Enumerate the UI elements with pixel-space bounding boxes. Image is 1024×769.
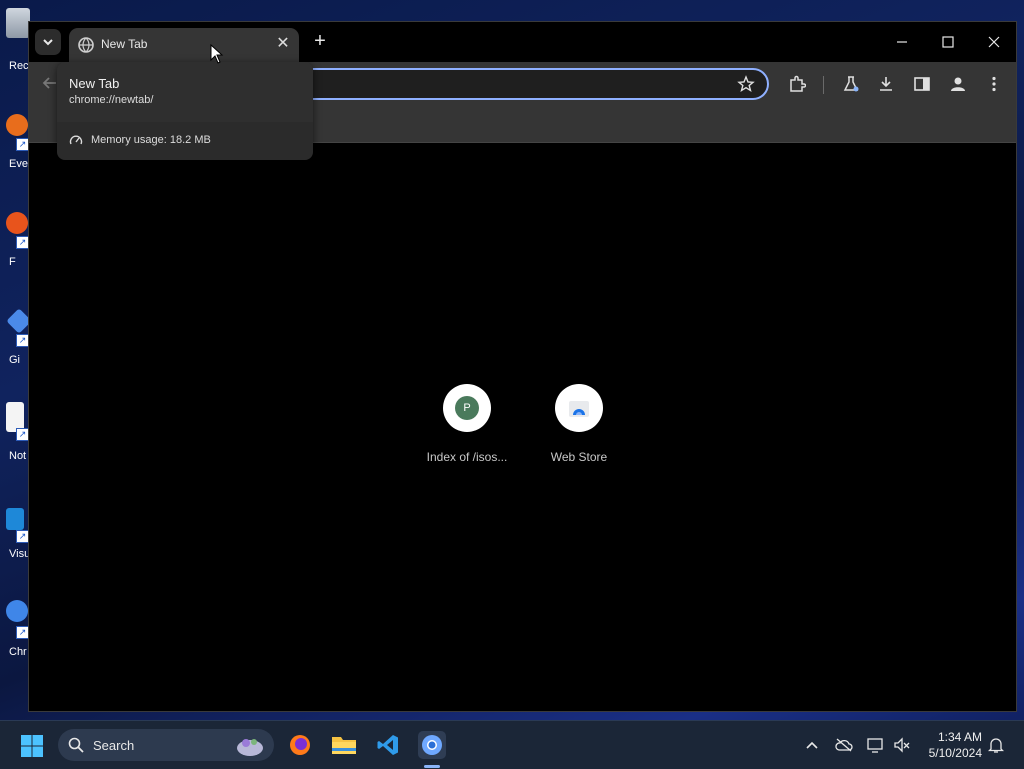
desktop-icon-label: Rec — [9, 60, 29, 72]
flask-icon — [843, 76, 859, 92]
taskbar-chrome[interactable] — [418, 731, 446, 759]
tab-new-tab[interactable]: New Tab ✕ — [69, 28, 299, 62]
side-panel-button[interactable] — [912, 74, 932, 94]
taskbar-firefox[interactable] — [286, 731, 314, 759]
desktop-icon-label: Eve — [9, 158, 28, 170]
shortcut-icon: P — [443, 384, 491, 432]
hover-card-url: chrome://newtab/ — [69, 94, 154, 106]
desktop-icon-label: Gi — [9, 354, 20, 366]
folder-icon — [332, 737, 356, 754]
letter-avatar-icon: P — [455, 396, 479, 420]
cloud-off-icon — [835, 738, 853, 752]
minimize-button[interactable] — [879, 28, 925, 56]
shortcut-tile-index[interactable]: P Index of /isos... — [417, 384, 517, 464]
close-icon — [988, 36, 1000, 48]
hover-card-header — [57, 62, 313, 122]
speaker-muted-icon — [894, 737, 910, 753]
shortcut-label: Web Store — [550, 450, 608, 464]
hover-card-title: New Tab — [69, 76, 120, 91]
labs-button[interactable] — [841, 74, 861, 94]
desktop-icon-label: F — [9, 256, 16, 268]
new-tab-button[interactable]: + — [309, 31, 331, 53]
maximize-icon — [942, 36, 954, 48]
new-tab-page: P Index of /isos... Web Store — [29, 143, 1016, 711]
toolbar-separator — [823, 76, 824, 94]
chrome-icon — [422, 735, 442, 755]
desktop-icon-label: Not — [9, 450, 27, 462]
taskbar: Search 1:34 AM 5/10/2024 — [0, 720, 1024, 769]
mouse-cursor-icon — [210, 44, 224, 64]
side-panel-icon — [914, 77, 930, 91]
windows-start-icon[interactable] — [20, 734, 44, 758]
taskbar-file-explorer[interactable] — [330, 731, 358, 759]
kebab-menu-icon — [992, 76, 996, 92]
shortcut-icon — [555, 384, 603, 432]
web-store-icon — [569, 401, 589, 417]
close-window-button[interactable] — [971, 28, 1017, 56]
firefox-icon — [6, 212, 28, 234]
tab-search-button[interactable] — [35, 29, 61, 55]
tray-volume[interactable] — [892, 735, 912, 755]
person-icon — [951, 77, 965, 91]
minimize-icon — [897, 41, 907, 43]
globe-icon — [78, 37, 94, 53]
chrome-icon — [6, 600, 28, 622]
network-monitor-icon — [867, 738, 883, 753]
memory-usage-text: Memory usage: 18.2 MB — [91, 134, 211, 146]
taskbar-clock[interactable]: 1:34 AM 5/10/2024 — [918, 729, 982, 761]
taskbar-search[interactable]: Search — [58, 729, 274, 761]
chevron-down-icon — [43, 39, 53, 46]
notifications-button[interactable] — [986, 735, 1006, 755]
tab-strip: New Tab ✕ + — [29, 22, 1016, 62]
puzzle-icon — [790, 75, 806, 92]
tray-overflow-button[interactable] — [802, 735, 822, 755]
clock-date: 5/10/2024 — [928, 746, 982, 760]
profile-button[interactable] — [948, 74, 968, 94]
downloads-button[interactable] — [876, 74, 896, 94]
chevron-up-icon — [806, 741, 818, 749]
firefox-icon — [290, 735, 310, 755]
bookmark-star-icon[interactable] — [737, 75, 755, 93]
menu-button[interactable] — [984, 74, 1004, 94]
tray-network[interactable] — [866, 735, 886, 755]
search-label: Search — [93, 738, 135, 753]
tray-onedrive[interactable] — [834, 735, 854, 755]
search-icon — [68, 737, 84, 753]
everything-icon — [6, 114, 28, 136]
clock-time: 1:34 AM — [937, 730, 982, 744]
extensions-button[interactable] — [787, 74, 807, 94]
search-highlight-icon — [237, 739, 263, 756]
tab-hover-card: New Tab chrome://newtab/ Memory usage: 1… — [57, 62, 313, 160]
tab-title: New Tab — [101, 37, 148, 51]
shortcut-tile-web-store[interactable]: Web Store — [529, 384, 629, 464]
desktop-icon-label: Chr — [9, 646, 27, 658]
vscode-icon — [377, 735, 398, 755]
taskbar-vscode[interactable] — [374, 731, 402, 759]
speedometer-icon — [69, 135, 83, 145]
vscode-icon — [6, 508, 24, 530]
download-icon — [880, 77, 892, 91]
hover-card-memory: Memory usage: 18.2 MB — [69, 134, 211, 146]
shortcut-label: Index of /isos... — [426, 450, 508, 464]
tab-close-icon[interactable]: ✕ — [275, 36, 291, 52]
maximize-button[interactable] — [925, 28, 971, 56]
bell-icon — [988, 738, 1004, 753]
recycle-bin-icon — [6, 8, 30, 38]
